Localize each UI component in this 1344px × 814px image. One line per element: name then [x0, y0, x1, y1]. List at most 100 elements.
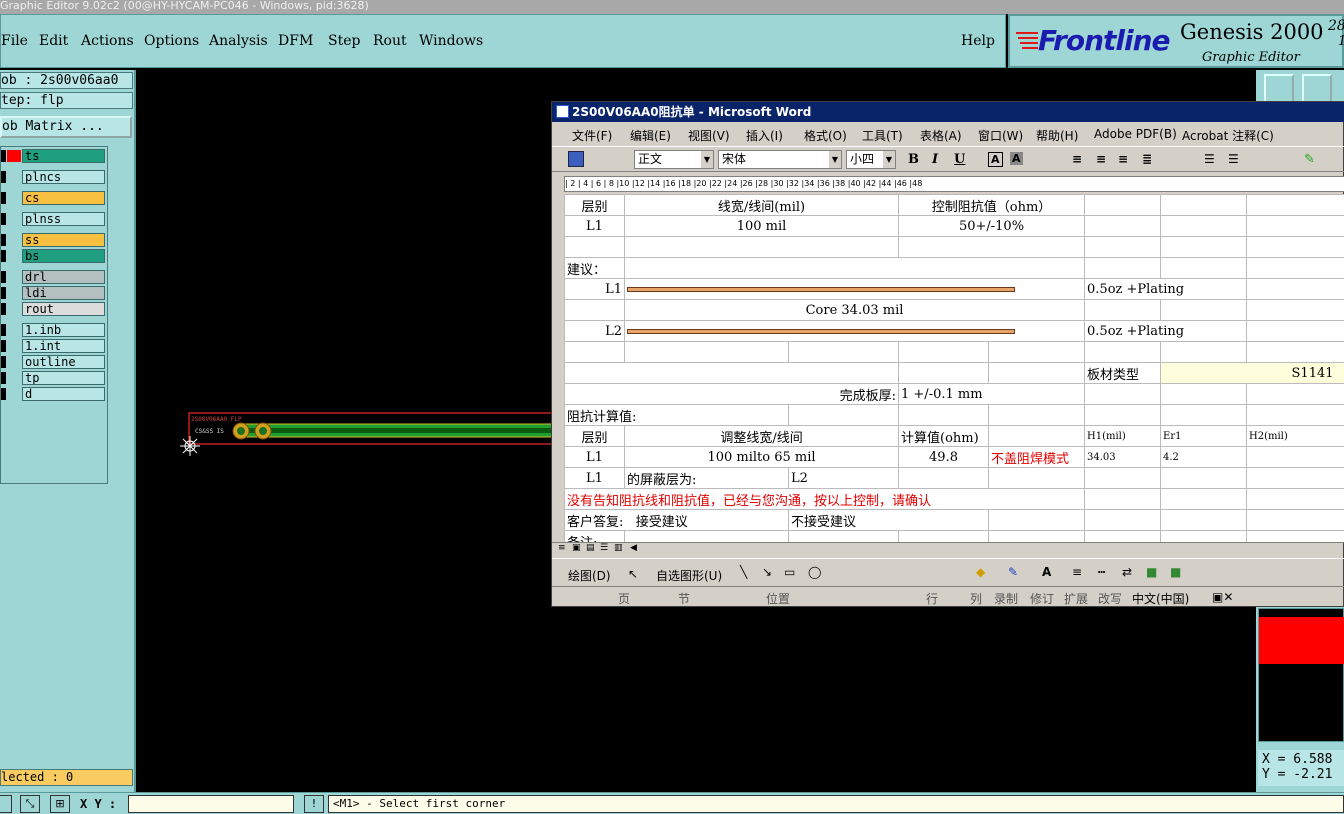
word-ruler[interactable]: | 2 | 4 | 6 | 8 |10 |12 |14 |16 |18 |20 … — [564, 176, 1344, 192]
layer-checkbox[interactable] — [1, 171, 6, 183]
layer-row[interactable]: bs — [1, 249, 107, 263]
save-screen-button[interactable] — [1302, 74, 1332, 104]
layer-checkbox[interactable] — [1, 271, 6, 283]
word-menu-item[interactable]: Adobe PDF(B) — [1094, 127, 1177, 141]
justify-icon[interactable]: ≣ — [1142, 152, 1152, 166]
select-pointer-icon[interactable]: ↖ — [628, 567, 638, 581]
layer-row[interactable]: rout — [1, 302, 107, 316]
menu-edit[interactable]: Edit — [39, 33, 68, 49]
word-menu-item[interactable]: 表格(A) — [920, 127, 962, 144]
layer-name[interactable]: ss — [22, 233, 105, 247]
layer-checkbox[interactable] — [1, 234, 6, 246]
status-track[interactable]: 修订 — [1030, 590, 1054, 607]
rectangle-tool-icon[interactable]: ▭ — [784, 565, 795, 579]
dash-style-icon[interactable]: ┅ — [1098, 565, 1105, 579]
border-a-icon[interactable]: A — [988, 152, 1003, 167]
xy-input[interactable] — [128, 795, 294, 813]
status-extend[interactable]: 扩展 — [1064, 590, 1088, 607]
status-overtype[interactable]: 改写 — [1098, 590, 1122, 607]
layer-row[interactable]: d — [1, 387, 107, 401]
alert-icon[interactable]: ! — [304, 795, 324, 813]
layer-row[interactable]: ss — [1, 233, 107, 247]
align-center-icon[interactable]: ≡ — [1096, 152, 1106, 166]
view-outline-icon[interactable]: ☰ — [600, 543, 608, 553]
oval-tool-icon[interactable]: ◯ — [808, 565, 821, 579]
highlight-icon[interactable]: ✎ — [1304, 152, 1315, 167]
font-color-icon[interactable]: A — [1042, 565, 1051, 579]
menu-analysis[interactable]: Analysis — [209, 33, 268, 49]
scroll-left-icon[interactable]: ◀ — [630, 543, 637, 553]
layer-checkbox[interactable] — [1, 356, 6, 368]
layer-row[interactable]: tp — [1, 371, 107, 385]
layer-row[interactable]: 1.int — [1, 339, 107, 353]
word-menu-item[interactable]: 工具(T) — [862, 127, 903, 144]
layer-name[interactable]: ldi — [22, 286, 105, 300]
layer-row[interactable]: cs — [1, 191, 107, 205]
layer-row[interactable]: ldi — [1, 286, 107, 300]
layer-checkbox[interactable] — [1, 324, 6, 336]
panel-toggle-button[interactable] — [1264, 74, 1294, 104]
menu-file[interactable]: File — [1, 33, 28, 49]
word-menu-item[interactable]: 插入(I) — [746, 127, 783, 144]
layer-checkbox[interactable] — [1, 213, 6, 225]
layer-row[interactable]: 1.inb — [1, 323, 107, 337]
word-menu-item[interactable]: 窗口(W) — [978, 127, 1023, 144]
overview-map[interactable] — [1258, 608, 1344, 742]
layer-checkbox[interactable] — [1, 340, 6, 352]
menu-actions[interactable]: Actions — [81, 33, 134, 49]
layer-row[interactable]: drl — [1, 270, 107, 284]
word-title-bar[interactable]: 2S00V06AA0阻抗单 - Microsoft Word — [552, 102, 1344, 122]
arrow-tool-icon[interactable]: ↘ — [762, 565, 772, 579]
zoom-icon[interactable] — [0, 795, 12, 813]
save-icon[interactable] — [568, 151, 584, 167]
layer-name[interactable]: rout — [22, 302, 105, 316]
numbering-icon[interactable]: ☰ — [1204, 152, 1215, 166]
shadow-icon[interactable]: ■ — [1146, 565, 1157, 579]
measure-icon[interactable]: ⤡ — [20, 795, 40, 813]
view-print-icon[interactable]: ▤ — [586, 543, 595, 553]
word-menu-item[interactable]: 格式(O) — [804, 127, 847, 144]
bullets-icon[interactable]: ☰ — [1228, 152, 1239, 166]
menu-rout[interactable]: Rout — [373, 33, 407, 49]
view-normal-icon[interactable]: ≡ — [558, 543, 566, 553]
line-color-icon[interactable]: ✎ — [1008, 565, 1018, 579]
status-record[interactable]: 录制 — [994, 590, 1018, 607]
layer-name[interactable]: drl — [22, 270, 105, 284]
layer-checkbox[interactable] — [1, 388, 6, 400]
layer-checkbox[interactable] — [1, 372, 6, 384]
layer-checkbox[interactable] — [1, 150, 6, 162]
layer-name[interactable]: outline — [22, 355, 105, 369]
shade-a-icon[interactable]: A — [1010, 152, 1023, 165]
grid-icon[interactable]: ⊞ — [50, 795, 70, 813]
menu-options[interactable]: Options — [144, 33, 199, 49]
align-left-icon[interactable]: ≡ — [1072, 152, 1082, 166]
word-menu-item[interactable]: 视图(V) — [688, 127, 730, 144]
bold-icon[interactable]: B — [908, 152, 919, 167]
layer-name[interactable]: bs — [22, 249, 105, 263]
size-select[interactable]: 小四 ▼ — [846, 150, 896, 169]
spelling-icon[interactable]: ▣✕ — [1212, 590, 1233, 604]
layer-name[interactable]: 1.int — [22, 339, 105, 353]
layer-name[interactable]: d — [22, 387, 105, 401]
word-window[interactable]: 2S00V06AA0阻抗单 - Microsoft Word 文件(F) 编辑(E… — [551, 101, 1344, 607]
layer-name[interactable]: ts — [22, 149, 105, 163]
underline-icon[interactable]: U — [954, 152, 965, 167]
layer-row[interactable]: ts — [1, 149, 107, 163]
layer-name[interactable]: 1.inb — [22, 323, 105, 337]
job-matrix-button[interactable]: ob Matrix ... — [0, 116, 132, 138]
menu-help[interactable]: Help — [961, 33, 995, 49]
layer-name[interactable]: tp — [22, 371, 105, 385]
font-select[interactable]: 宋体 ▼ — [718, 150, 842, 169]
autoshape-menu[interactable]: 自选图形(U) — [656, 567, 722, 584]
italic-icon[interactable]: I — [932, 152, 938, 167]
word-menu-item[interactable]: 帮助(H) — [1036, 127, 1078, 144]
word-document[interactable]: 层别 线宽/线间(mil) 控制阻抗值（ohm） L1 100 mil 50+/… — [564, 194, 1344, 542]
word-menu-item[interactable]: 编辑(E) — [630, 127, 671, 144]
line-style-icon[interactable]: ≡ — [1072, 565, 1082, 579]
align-right-icon[interactable]: ≡ — [1118, 152, 1128, 166]
layer-checkbox[interactable] — [1, 192, 6, 204]
menu-dfm[interactable]: DFM — [278, 33, 313, 49]
pcb-board[interactable]: 2S00V06AA0 FLP CS&SS IS — [188, 412, 553, 446]
layer-name[interactable]: plncs — [22, 170, 105, 184]
menu-windows[interactable]: Windows — [419, 33, 483, 49]
